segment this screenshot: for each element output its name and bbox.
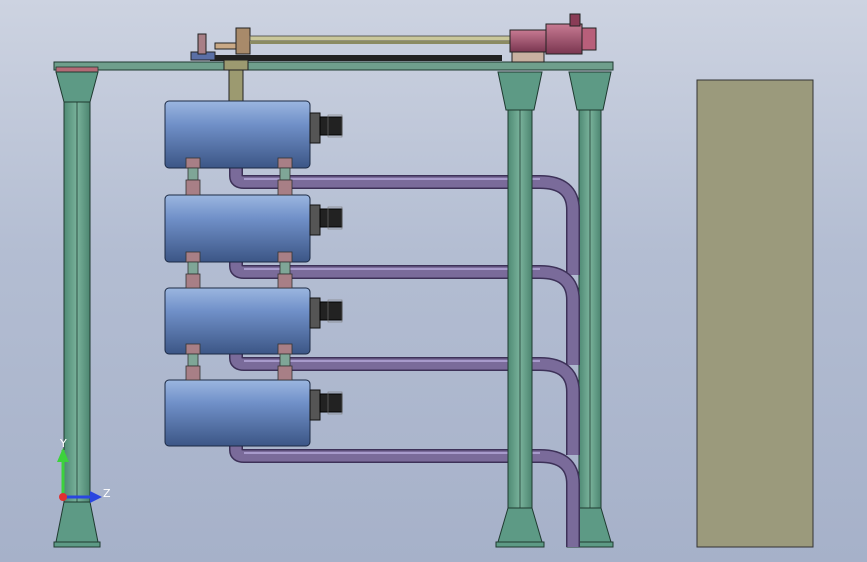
assembly-drawing: Y Z <box>53 13 814 548</box>
side-panel[interactable] <box>696 79 814 548</box>
top-beam[interactable] <box>53 61 614 73</box>
tank-4[interactable] <box>164 379 343 447</box>
triad-z-label: Z <box>103 487 111 500</box>
left-support-column[interactable] <box>53 71 101 548</box>
linear-actuator-with-motor[interactable] <box>190 13 597 63</box>
triad-y-label: Y <box>59 437 67 450</box>
shaft <box>223 59 249 103</box>
cad-viewport[interactable]: Y Z <box>0 0 867 562</box>
